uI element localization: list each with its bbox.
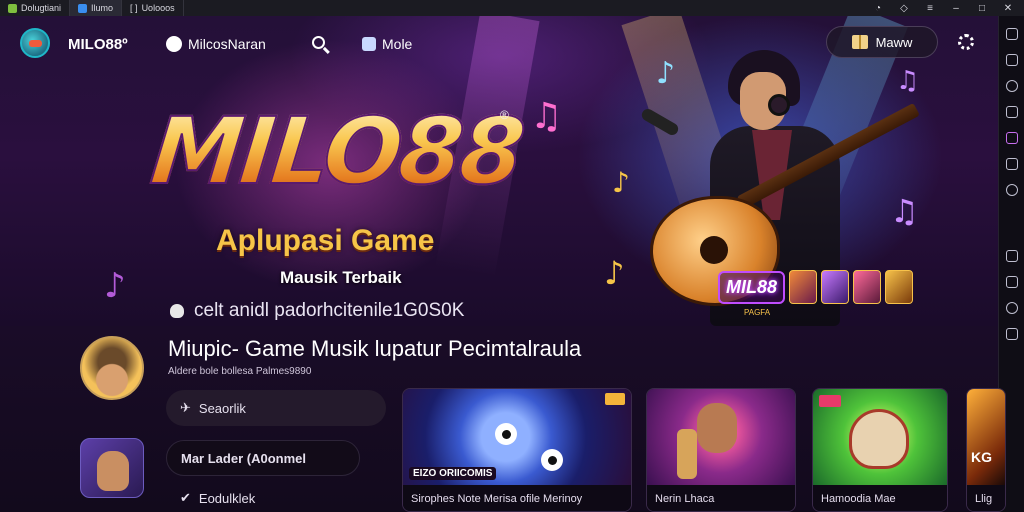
bottom-pill[interactable]: ✔ Eodulklek (166, 480, 366, 512)
music-note-icon: ♪ (104, 266, 126, 306)
tab-ilumo[interactable]: Ilumo (70, 0, 123, 16)
window-icon[interactable] (1005, 28, 1018, 40)
hero-subtitle: Aplupasi Game (216, 224, 435, 257)
section-subtitle: Aldere bole bollesa Palmes9890 (168, 366, 312, 377)
card-banner: EIZO ORIICOMIS (409, 467, 497, 480)
game-card-art (647, 389, 795, 485)
tag-icon[interactable] (1005, 276, 1018, 288)
tab-dolugtiani[interactable]: Dolugtiani (0, 0, 71, 16)
featured-pill-label: Mar Lader (A0onmel (181, 450, 306, 466)
maximize-icon[interactable]: □ (976, 3, 988, 14)
creature-figure (849, 409, 909, 469)
card-caption: Nerin Lhaca (647, 485, 795, 511)
search-pill[interactable]: ✈ Seaorlik (166, 390, 386, 426)
app-icon (8, 3, 17, 13)
hero-subtitle-secondary: Mausik Terbaik (280, 268, 402, 287)
brand-name[interactable]: MILO88º (68, 36, 128, 53)
camera-icon[interactable] (1005, 132, 1018, 144)
shield-icon[interactable]: ◇ (898, 3, 910, 14)
card-caption: Sirophes Note Merisa ofile Merinoy (403, 485, 631, 511)
game-card-art (813, 389, 947, 485)
game-card[interactable]: Nerin Lhaca (646, 388, 796, 512)
tab-label: Ilumo (91, 3, 114, 13)
tab-label: Dolugtiani (21, 3, 62, 13)
clock-icon[interactable]: ◔ (872, 3, 884, 14)
profile-link[interactable]: Mole (362, 36, 412, 52)
card-caption: Llig (967, 485, 1005, 511)
bottom-pill-label: Eodulklek (198, 490, 256, 506)
app-logo-icon[interactable] (20, 28, 50, 58)
window-titlebar: Dolugtiani Ilumo [ ] Uolooos ◔ ◇ ≡ – □ ✕ (0, 0, 1024, 16)
accessibility-icon[interactable] (1005, 184, 1018, 196)
instrument-icon (677, 429, 697, 479)
window-controls: ◔ ◇ ≡ – □ ✕ (872, 3, 1024, 14)
featured-pill[interactable]: Mar Lader (A0onmel (166, 440, 360, 476)
game-card[interactable]: EIZO ORIICOMIS Sirophes Note Merisa ofil… (402, 388, 632, 512)
search-icon (312, 36, 325, 49)
featured-thumbnail[interactable] (80, 438, 144, 498)
game-card[interactable]: Hamoodia Mae (812, 388, 948, 512)
headset-icon (768, 94, 790, 116)
menu-icon[interactable]: ≡ (924, 3, 936, 14)
promo-strip[interactable]: MIL88 (718, 270, 914, 304)
user-name: MilcosNaran (188, 36, 266, 52)
bracket-icon: [ ] (130, 3, 138, 13)
grid-icon[interactable] (1005, 106, 1018, 118)
content-section: Miupic- Game Musik lupatur Pecimtalraula… (0, 326, 1006, 512)
card-caption: Hamoodia Mae (813, 485, 947, 511)
mini-logo: MIL88 (718, 270, 786, 304)
card-big-text: KG (971, 449, 992, 465)
minimize-icon[interactable]: – (950, 3, 962, 14)
search-pill-label: Seaorlik (198, 400, 246, 416)
user-menu[interactable]: MilcosNaran (166, 36, 266, 52)
settings-icon[interactable] (1005, 328, 1018, 340)
game-thumbnail (885, 270, 914, 304)
eye-icon (541, 449, 563, 471)
section-title: Miupic- Game Musik lupatur Pecimtalraula (168, 336, 582, 361)
document-icon[interactable] (1005, 54, 1018, 66)
game-thumbnail (789, 270, 818, 304)
character-face (97, 451, 129, 491)
gear-icon[interactable] (958, 34, 974, 50)
hero-logo: MILO88 (145, 97, 528, 206)
close-icon[interactable]: ✕ (1002, 3, 1014, 14)
history-icon[interactable] (1005, 80, 1018, 92)
game-card-art: EIZO ORIICOMIS (403, 389, 631, 485)
music-note-icon: ♫ (530, 96, 563, 137)
hero-tagline: celt anidl padorhcitenile1G0S0K (170, 300, 464, 322)
game-thumbnail (821, 270, 850, 304)
profile-label: Mole (382, 36, 413, 52)
music-note-icon: ♪ (612, 166, 630, 199)
user-icon (166, 36, 182, 52)
game-thumbnail (853, 270, 882, 304)
music-note-icon: ♪ (604, 254, 625, 292)
pin-icon: ✈ (180, 400, 191, 415)
registered-mark: ® (500, 108, 509, 122)
game-card-art: KG (967, 389, 1005, 485)
person-icon (362, 37, 376, 51)
copy-icon[interactable] (1005, 250, 1018, 262)
badge-icon (605, 393, 625, 405)
strip-caption: PAGFA (744, 308, 771, 317)
heart-icon (170, 304, 184, 318)
microphone-icon (639, 106, 681, 138)
badge-icon (819, 395, 841, 407)
avatar[interactable] (80, 336, 144, 400)
folder-icon[interactable] (1005, 158, 1018, 170)
search-button[interactable] (312, 36, 325, 49)
hero-banner: ♫ ♪ ♪ ♫ ♪ ♫ ♪ MILO88º MilcosNaran Mole M… (0, 16, 998, 326)
tab-label: Uolooos (141, 3, 175, 13)
location-icon[interactable] (1005, 302, 1018, 314)
guitar-soundhole (700, 236, 728, 264)
app-icon (78, 3, 88, 13)
character-figure (697, 403, 737, 453)
tab-uolooos[interactable]: [ ] Uolooos (122, 0, 184, 16)
eye-icon (495, 423, 517, 445)
check-icon: ✔ (180, 490, 191, 505)
tagline-text: celt anidl padorhcitenile1G0S0K (194, 300, 465, 321)
game-card[interactable]: KG Llig (966, 388, 1006, 512)
